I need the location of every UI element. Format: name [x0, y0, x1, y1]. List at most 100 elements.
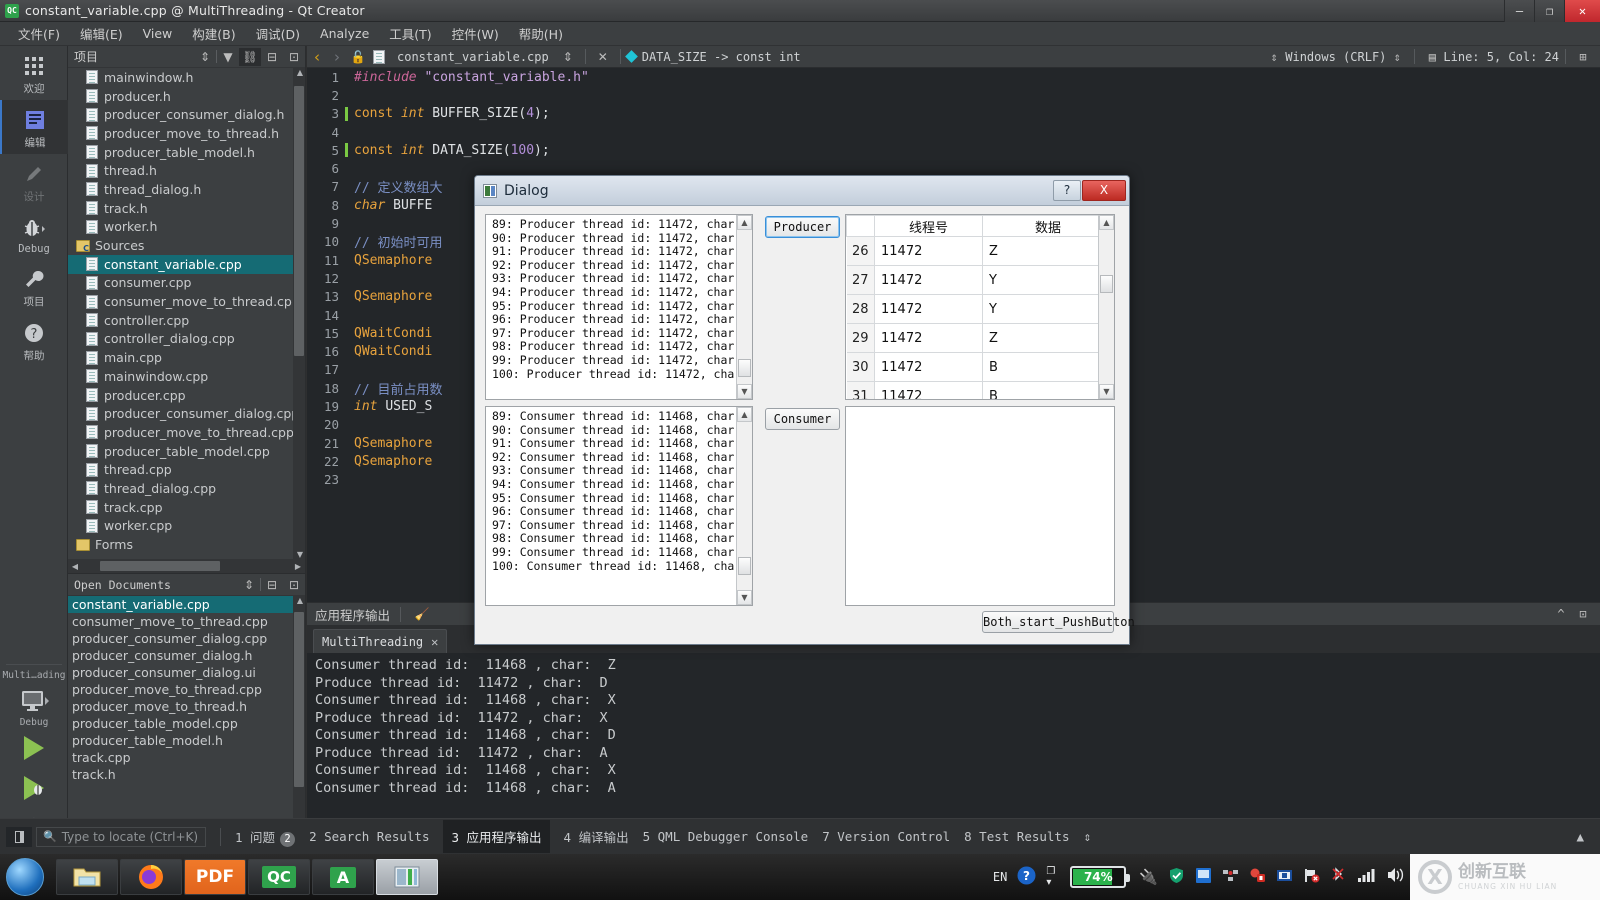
text-encoding-icon[interactable]: ▤ — [1421, 48, 1443, 66]
producer-table-container[interactable]: 线程号 数据 26 11472 Z 27 11472 Y 28 11472 Y 29 11472 Z 3… — [845, 214, 1115, 400]
battery-indicator[interactable]: 74% — [1070, 866, 1131, 888]
status-tab-version-control[interactable]: 7 Version Control — [822, 829, 950, 844]
consumer-log-box[interactable]: 89: Consumer thread id: 11468, char: B 90… — [485, 406, 753, 606]
status-tabs-overflow-icon[interactable]: ⇕ — [1083, 829, 1091, 844]
table-row[interactable]: 27 11472 Y — [846, 265, 1114, 295]
project-tree-item[interactable]: constant_variable.cpp — [68, 254, 305, 274]
both-start-button[interactable]: Both_start_PushButton — [982, 611, 1135, 633]
unlock-icon[interactable]: 🔓 — [347, 48, 369, 66]
application-output-text[interactable]: Consumer thread id: 11468 , char: Z Produ… — [307, 653, 1600, 818]
project-tree-item[interactable]: thread.cpp — [68, 460, 305, 479]
open-document-item[interactable]: consumer_move_to_thread.cpp — [68, 613, 293, 630]
network-error-icon[interactable] — [1303, 867, 1320, 888]
dialog-close-button[interactable]: X — [1082, 179, 1126, 201]
output-maximize-icon[interactable]: ^ — [1550, 605, 1572, 623]
dialog-help-button[interactable]: ? — [1053, 179, 1081, 201]
menu-file[interactable]: 文件(F) — [8, 21, 70, 46]
status-tab-application-output[interactable]: 3 应用程序输出 — [443, 820, 550, 853]
tree-vscroll-thumb[interactable] — [294, 86, 304, 356]
project-tree-item[interactable]: controller_dialog.cpp — [68, 330, 305, 349]
table-row[interactable]: 29 11472 Z — [846, 323, 1114, 353]
project-tree-item[interactable]: consumer_move_to_thread.cpp — [68, 292, 305, 311]
docs-close-icon[interactable]: ⊡ — [283, 576, 305, 594]
menu-analyze[interactable]: Analyze — [310, 23, 379, 44]
menu-debug[interactable]: 调试(D) — [246, 21, 310, 46]
code-line[interactable]: 1 #include "constant_variable.h" — [307, 68, 1600, 86]
menu-view[interactable]: View — [133, 23, 183, 44]
open-document-item[interactable]: producer_move_to_thread.cpp — [68, 681, 293, 698]
project-tree-item[interactable]: worker.cpp — [68, 517, 305, 536]
project-tree-item[interactable]: track.cpp — [68, 498, 305, 517]
consumer-scroll-up-icon[interactable]: ▲ — [737, 407, 752, 422]
open-document-item[interactable]: producer_consumer_dialog.h — [68, 647, 293, 664]
project-tree-item[interactable]: producer_move_to_thread.cpp — [68, 423, 305, 442]
project-tree-item[interactable]: mainwindow.h — [68, 68, 305, 87]
status-tab-search-results[interactable]: 2 Search Results — [309, 829, 429, 844]
status-tab-qml-debugger-console[interactable]: 5 QML Debugger Console — [643, 829, 809, 844]
consumer-log-scrollbar[interactable]: ▲ ▼ — [736, 407, 752, 605]
docs-vscroll-thumb[interactable] — [294, 612, 304, 787]
status-tab-issues[interactable]: 1 问题 2 — [235, 827, 296, 847]
output-tab-close-icon[interactable]: ✕ — [431, 635, 438, 649]
close-button[interactable]: ✕ — [1564, 0, 1600, 22]
code-line[interactable]: 3 const int BUFFER_SIZE(4); — [307, 105, 1600, 123]
nav-forward-icon[interactable]: › — [327, 48, 347, 66]
project-tree-item[interactable]: thread.h — [68, 161, 305, 180]
producer-scroll-down-icon[interactable]: ▼ — [737, 384, 752, 399]
project-tree-item[interactable]: producer_consumer_dialog.h — [68, 105, 305, 124]
table-row[interactable]: 30 11472 B — [846, 352, 1114, 382]
screen-capture-icon[interactable] — [1195, 867, 1212, 888]
nav-back-icon[interactable]: ‹ — [307, 48, 327, 66]
table-row[interactable]: 28 11472 Y — [846, 294, 1114, 324]
mode-welcome[interactable]: 欢迎 — [0, 46, 68, 100]
open-document-item[interactable]: constant_variable.cpp — [68, 596, 293, 613]
project-tree-item[interactable]: producer.h — [68, 87, 305, 106]
project-tree-item[interactable]: main.cpp — [68, 348, 305, 367]
menu-help[interactable]: 帮助(H) — [509, 21, 573, 46]
producer-log-box[interactable]: 89: Producer thread id: 11472, char: B 90… — [485, 214, 753, 400]
open-document-item[interactable]: producer_consumer_dialog.cpp — [68, 630, 293, 647]
open-document-item[interactable]: track.cpp — [68, 749, 293, 766]
docs-split-icon[interactable]: ⊟ — [261, 576, 283, 594]
open-documents-vscrollbar[interactable]: ▲ — [293, 596, 305, 818]
consumer-scroll-thumb[interactable] — [738, 557, 751, 575]
tree-scroll-up-icon[interactable]: ▲ — [293, 68, 307, 77]
consumer-scroll-down-icon[interactable]: ▼ — [737, 590, 752, 605]
filter-icon[interactable]: ▼ — [217, 48, 239, 66]
show-hidden-icons-icon[interactable]: ❐ ▾ — [1046, 866, 1055, 888]
project-tree-hscrollbar[interactable]: ◀ ▶ — [68, 559, 305, 573]
project-tree-item[interactable]: controller.cpp — [68, 311, 305, 330]
open-document-item[interactable]: producer_table_model.h — [68, 732, 293, 749]
target-selector[interactable] — [0, 681, 68, 721]
taskbar-app-a-button[interactable]: A — [312, 859, 374, 895]
consumer-button[interactable]: Consumer — [765, 408, 840, 430]
power-plug-icon[interactable]: 🔌 — [1139, 868, 1158, 886]
shield-icon[interactable] — [1168, 867, 1185, 888]
table-scroll-up-icon[interactable]: ▲ — [1099, 215, 1114, 230]
project-tree-item[interactable]: producer_move_to_thread.h — [68, 124, 305, 143]
locator-search-input[interactable]: 🔍 Type to locate (Ctrl+K) — [36, 826, 206, 847]
tree-scroll-down-icon[interactable]: ▼ — [293, 550, 307, 559]
split-icon[interactable]: ⊟ — [261, 48, 283, 66]
project-tree-item[interactable]: track.h — [68, 199, 305, 218]
table-scroll-down-icon[interactable]: ▼ — [1099, 384, 1114, 399]
producer-button[interactable]: Producer — [765, 216, 840, 238]
project-tree[interactable]: mainwindow.h producer.h producer_consumer_… — [68, 68, 305, 559]
open-document-item[interactable]: producer_table_model.cpp — [68, 715, 293, 732]
project-tree-item[interactable]: mainwindow.cpp — [68, 367, 305, 386]
input-language-indicator[interactable]: EN — [993, 870, 1007, 884]
editor-close-icon[interactable]: ✕ — [592, 48, 614, 66]
taskbar-pdf-button[interactable]: PDF — [184, 859, 246, 895]
mode-design[interactable]: 设计 — [0, 154, 68, 208]
help-tray-icon[interactable]: ? — [1017, 866, 1036, 889]
project-tree-item[interactable]: producer_consumer_dialog.cpp — [68, 404, 305, 423]
open-document-item[interactable]: track.h — [68, 766, 293, 783]
line-ending-dropdown-icon[interactable]: ⇕ — [1386, 48, 1408, 66]
taskbar-firefox-button[interactable] — [120, 859, 182, 895]
kit-name[interactable]: Multi…ading — [0, 670, 68, 681]
code-line[interactable]: 5 const int DATA_SIZE(100); — [307, 141, 1600, 159]
output-close-icon[interactable]: ⊡ — [1572, 605, 1594, 623]
mode-projects[interactable]: 项目 — [0, 259, 68, 313]
maximize-button[interactable]: ❐ — [1534, 0, 1564, 22]
code-line[interactable]: 2 — [307, 86, 1600, 104]
